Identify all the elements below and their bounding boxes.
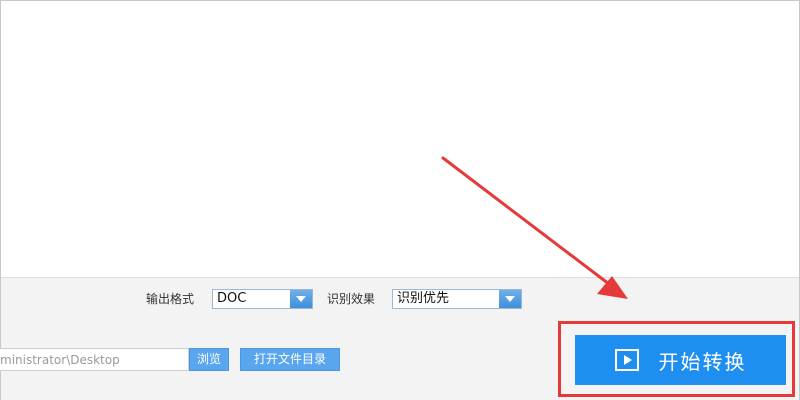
output-format-label: 输出格式 (146, 292, 195, 306)
chevron-down-icon[interactable] (290, 290, 312, 308)
play-icon (614, 349, 639, 371)
start-conversion-button[interactable]: 开始转换 (575, 335, 786, 385)
recognition-value: 识别优先 (397, 291, 450, 306)
start-conversion-label: 开始转换 (658, 349, 747, 374)
browse-button[interactable]: 浏览 (189, 348, 229, 371)
file-list-area[interactable] (1, 1, 799, 277)
chevron-down-icon[interactable] (499, 290, 521, 308)
output-format-value: DOC (217, 291, 247, 306)
open-directory-button[interactable]: 打开文件目录 (240, 348, 340, 371)
output-format-select[interactable]: DOC (212, 289, 313, 309)
recognition-label: 识别效果 (327, 292, 376, 306)
recognition-select[interactable]: 识别优先 (392, 289, 522, 309)
output-path-input[interactable] (0, 348, 189, 371)
app-window: 输出格式 DOC 识别效果 识别优先 浏览 打开文件目录 开始转换 (0, 0, 800, 400)
